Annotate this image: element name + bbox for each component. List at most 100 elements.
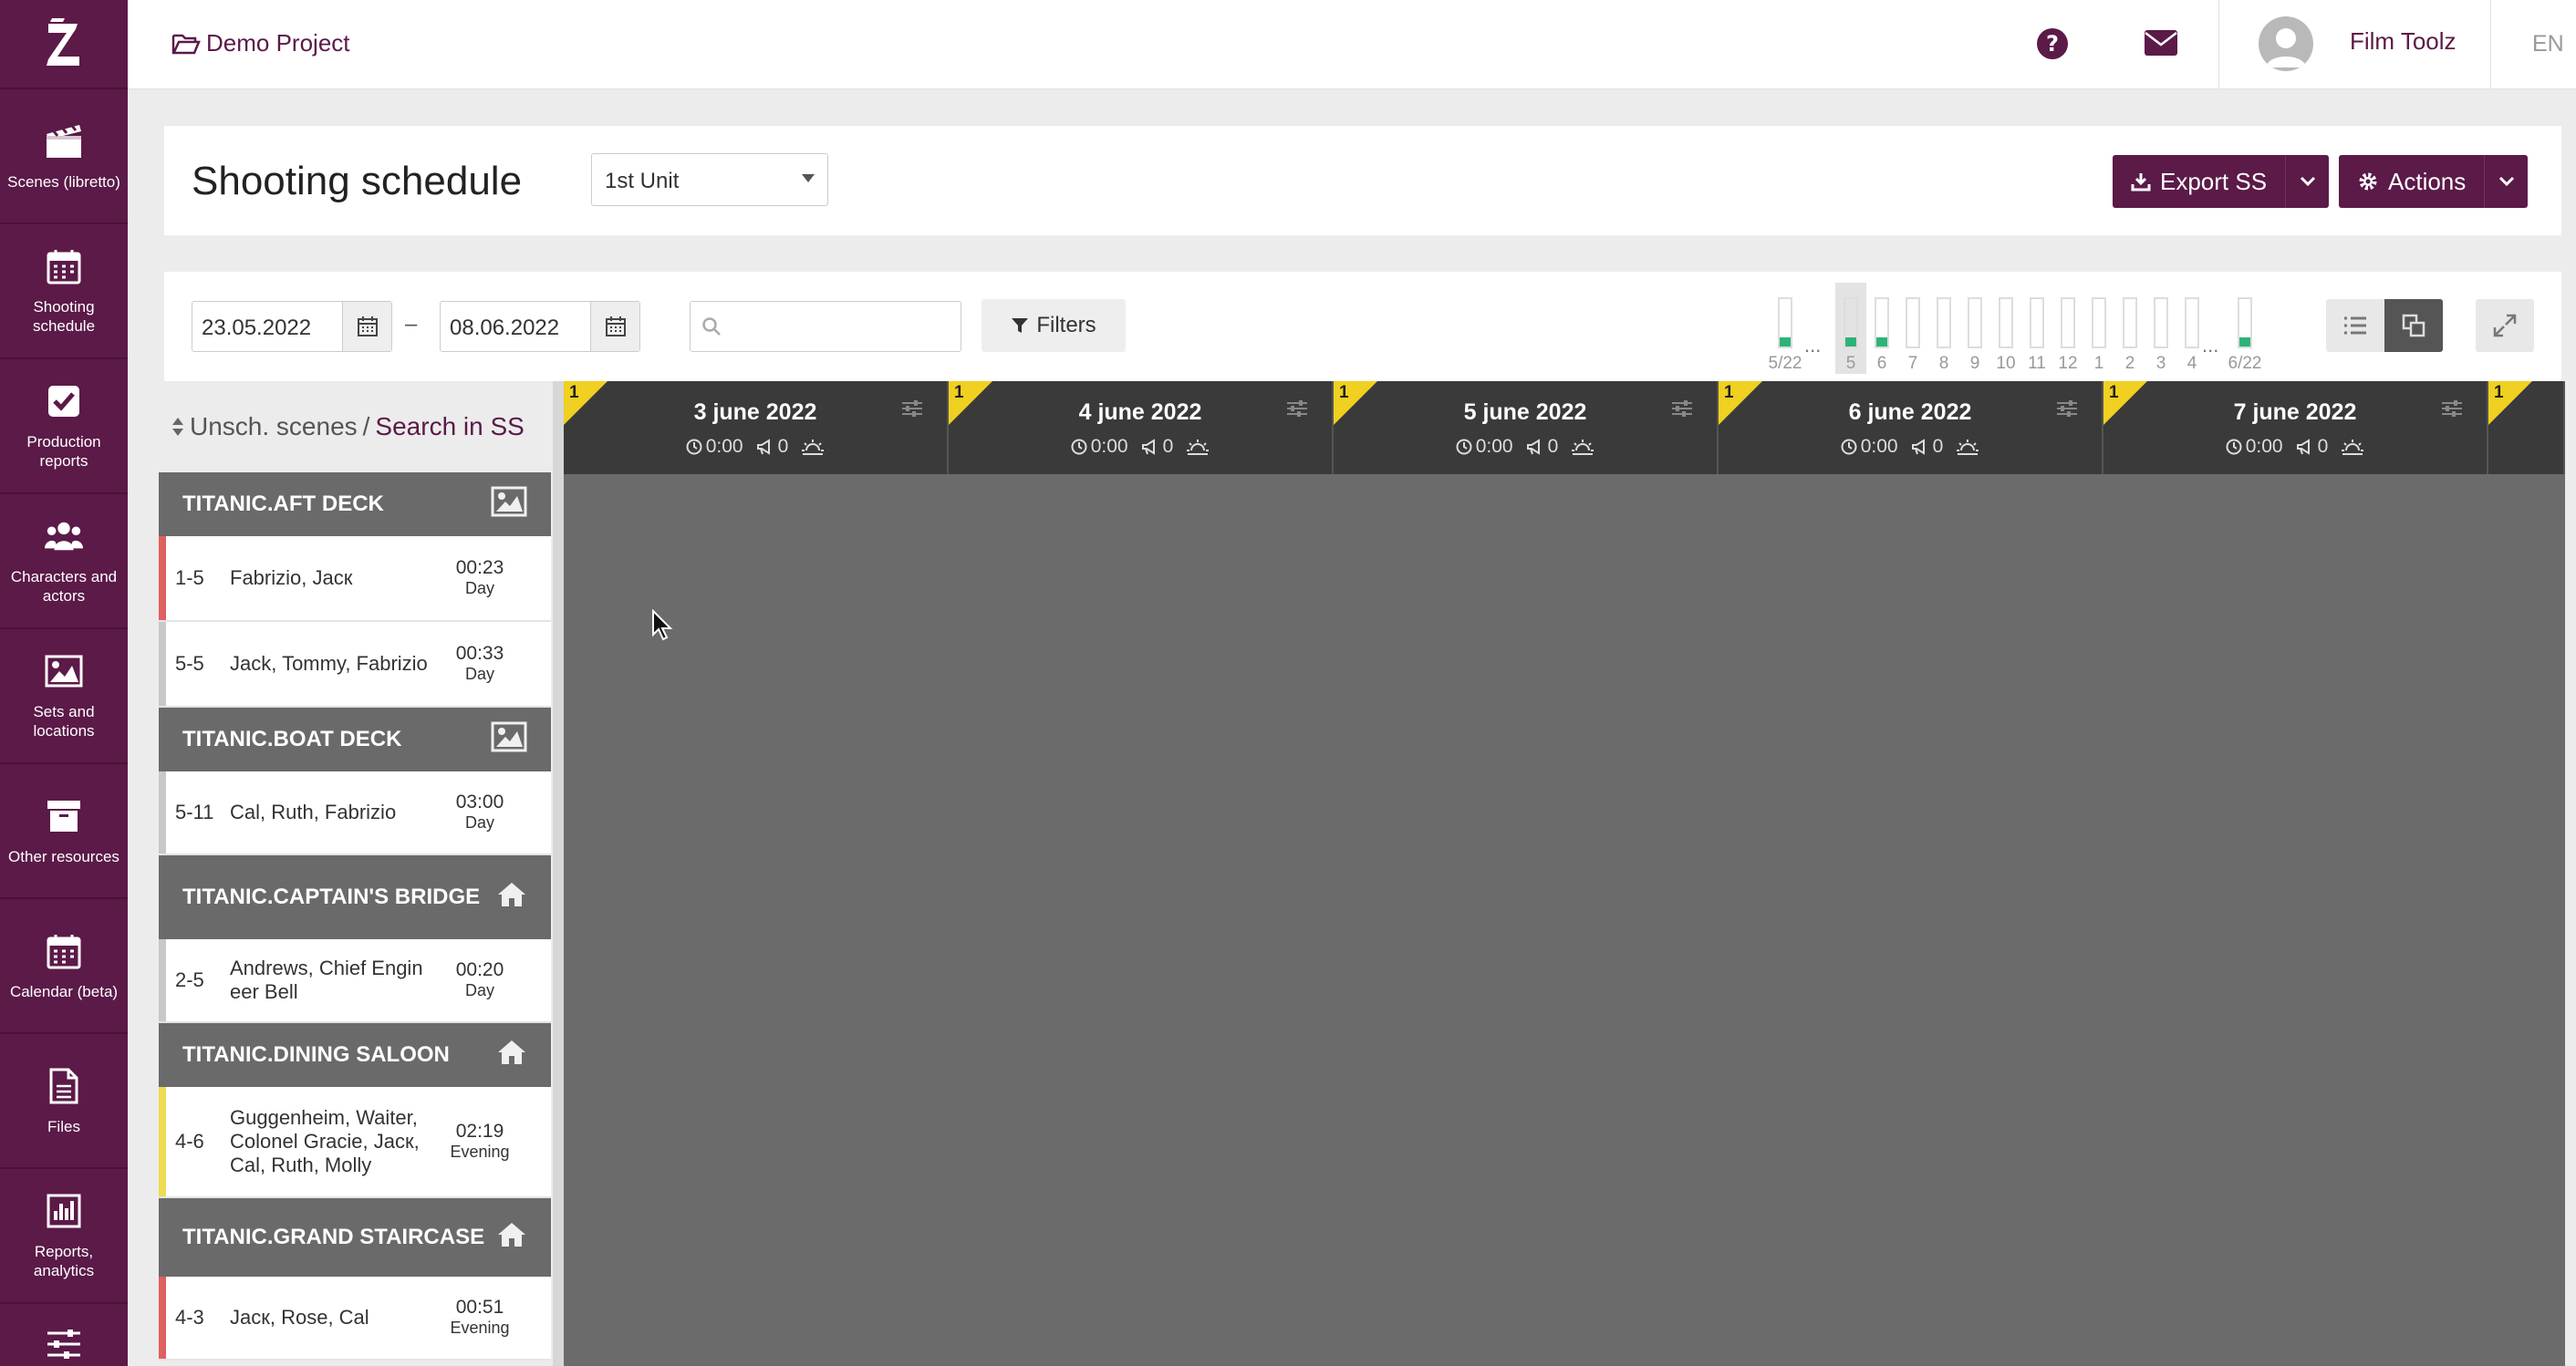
sliders-icon[interactable] xyxy=(901,399,923,422)
sidebar-item-5[interactable]: Other resources xyxy=(0,764,128,899)
mini-day[interactable]: 12 xyxy=(2052,283,2083,374)
list-view-button[interactable] xyxy=(2326,299,2384,352)
mini-day-start[interactable]: 5/22 xyxy=(1769,283,1802,374)
export-dropdown-button[interactable] xyxy=(2285,155,2330,208)
app-logo[interactable] xyxy=(0,0,128,89)
scene-color-stripe xyxy=(159,771,166,854)
image-icon[interactable] xyxy=(491,486,527,523)
help-icon[interactable]: ? xyxy=(2036,27,2069,65)
set-name: TITANIC.BOAT DECK xyxy=(182,727,402,751)
mini-day-label: 6 xyxy=(1876,354,1887,373)
sidebar-item-4[interactable]: Sets and locations xyxy=(0,629,128,764)
mini-day-label: 12 xyxy=(2058,354,2078,373)
scene-row[interactable]: 5-5 Jack, Tommy, Fabrizio 00:33 Day xyxy=(159,622,551,708)
sidebar-item-6[interactable]: Calendar (beta) xyxy=(0,899,128,1034)
set-header[interactable]: TITANIC.BOAT DECK xyxy=(159,708,551,771)
logo-icon xyxy=(47,18,79,66)
calendar-icon[interactable] xyxy=(590,302,639,351)
board-view-button[interactable] xyxy=(2384,299,2443,352)
home-icon[interactable] xyxy=(496,881,527,915)
image-icon[interactable] xyxy=(491,721,527,759)
sidebar-item-8[interactable]: Reports, analytics xyxy=(0,1169,128,1304)
day-title: 6 june 2022 xyxy=(1848,399,1972,425)
unit-select[interactable]: 1st Unit xyxy=(591,153,828,206)
user-icon xyxy=(2266,28,2306,67)
day-column-header[interactable]: 1 xyxy=(2488,381,2565,474)
mini-day[interactable]: 9 xyxy=(1959,283,1990,374)
mouse-cursor xyxy=(651,608,673,647)
export-label: Export SS xyxy=(2160,167,2268,195)
day-duration: 0:00 xyxy=(1090,436,1128,457)
avatar[interactable] xyxy=(2259,16,2313,71)
scene-row[interactable]: 5-11 Cal, Ruth, Fabrizio 03:00 Day xyxy=(159,771,551,855)
language-switch[interactable]: EN xyxy=(2532,31,2564,57)
tab-separator: / xyxy=(362,412,370,440)
sliders-icon[interactable] xyxy=(1286,399,1308,422)
panel-splitter[interactable] xyxy=(553,381,564,1366)
search-in-ss-tab[interactable]: Search in SS xyxy=(375,412,524,441)
mail-icon[interactable] xyxy=(2144,29,2178,61)
mini-day-end[interactable]: 6/22 xyxy=(2228,283,2261,374)
sidebar-item-1[interactable]: Shooting schedule xyxy=(0,224,128,359)
mini-day[interactable]: 7 xyxy=(1897,283,1928,374)
scene-time-of-day: Evening xyxy=(450,1143,510,1161)
user-name[interactable]: Film Toolz xyxy=(2350,27,2457,56)
sliders-icon[interactable] xyxy=(2441,399,2463,422)
day-column-header[interactable]: 15 june 2022 0:00 0 xyxy=(1334,381,1719,474)
home-icon[interactable] xyxy=(496,1221,527,1255)
scene-row[interactable]: 2-5 Andrews, Chief Engineer Bell 00:20 Day xyxy=(159,939,551,1023)
scene-time-of-day: Day xyxy=(464,579,494,597)
day-stats: 0:00 0 xyxy=(2103,436,2487,458)
filters-button[interactable]: Filters xyxy=(982,299,1126,352)
day-column-header[interactable]: 16 june 2022 0:00 0 xyxy=(1719,381,2103,474)
sidebar-item-settings[interactable] xyxy=(0,1304,128,1366)
date-to-field[interactable]: 08.06.2022 xyxy=(440,301,640,352)
fullscreen-button[interactable] xyxy=(2476,299,2534,352)
day-stats: 0:00 0 xyxy=(564,436,947,458)
mini-day[interactable]: 5 xyxy=(1835,283,1866,374)
scene-row[interactable]: 4-6 Guggenheim, Waiter, Colonel Gracie, J… xyxy=(159,1087,551,1198)
scene-row[interactable]: 1-5 Fabrizio, Jacк 00:23 Day xyxy=(159,536,551,622)
sidebar-item-0[interactable]: Scenes (libretto) xyxy=(0,89,128,224)
sort-icon[interactable] xyxy=(171,417,184,437)
sidebar-item-3[interactable]: Characters and actors xyxy=(0,494,128,629)
mini-day[interactable]: 11 xyxy=(2021,283,2052,374)
unscheduled-scenes-tab[interactable]: Unsch. scenes xyxy=(190,412,358,441)
scene-row[interactable]: 4-3 Jacк, Rose, Cal 00:51 Evening xyxy=(159,1277,551,1361)
actions-button[interactable]: Actions xyxy=(2339,155,2485,208)
set-header[interactable]: TITANIC.CAPTAIN'S BRIDGE xyxy=(159,855,551,939)
mini-day[interactable]: 10 xyxy=(1990,283,2021,374)
day-scene-count: 0 xyxy=(1932,436,1944,457)
day-column-header[interactable]: 13 june 2022 0:00 0 xyxy=(564,381,949,474)
sidebar-item-2[interactable]: Production reports xyxy=(0,359,128,494)
top-bar: Demo Project ? Film Toolz EN xyxy=(128,0,2576,89)
day-stats: 0:00 0 xyxy=(1719,436,2102,458)
day-scene-count: 0 xyxy=(2317,436,2329,457)
date-from-field[interactable]: 23.05.2022 xyxy=(192,301,392,352)
sliders-icon[interactable] xyxy=(1671,399,1693,422)
actions-dropdown-button[interactable] xyxy=(2484,155,2529,208)
toolbar-panel: 23.05.2022 – 08.06.2022 Filters 5/22 ...… xyxy=(164,272,2561,381)
mini-day[interactable]: 1 xyxy=(2083,283,2114,374)
mini-day[interactable]: 8 xyxy=(1928,283,1959,374)
set-header[interactable]: TITANIC.DINING SALOON xyxy=(159,1023,551,1087)
export-button[interactable]: Export SS xyxy=(2113,155,2286,208)
calendar-icon[interactable] xyxy=(342,302,391,351)
scene-characters: Andrews, Chief Engineer Bell xyxy=(230,957,423,1003)
mini-day[interactable]: 2 xyxy=(2114,283,2145,374)
mini-day[interactable]: 4 xyxy=(2176,283,2207,374)
day-column-header[interactable]: 14 june 2022 0:00 0 xyxy=(949,381,1334,474)
mini-day[interactable]: 3 xyxy=(2145,283,2176,374)
mini-day[interactable]: 6 xyxy=(1866,283,1897,374)
file-icon xyxy=(44,1066,84,1106)
set-header[interactable]: TITANIC.AFT DECK xyxy=(159,472,551,536)
sidebar-item-7[interactable]: Files xyxy=(0,1034,128,1169)
day-column-header[interactable]: 17 june 2022 0:00 0 xyxy=(2103,381,2488,474)
search-input[interactable] xyxy=(690,301,961,352)
set-header[interactable]: TITANIC.GRAND STAIRCASE xyxy=(159,1198,551,1277)
home-icon[interactable] xyxy=(496,1039,527,1072)
image-icon xyxy=(44,651,84,691)
project-link[interactable]: Demo Project xyxy=(171,29,350,57)
scene-list: TITANIC.AFT DECK 1-5 Fabrizio, Jacк 00:23 Da… xyxy=(159,472,551,1361)
sliders-icon[interactable] xyxy=(2056,399,2078,422)
